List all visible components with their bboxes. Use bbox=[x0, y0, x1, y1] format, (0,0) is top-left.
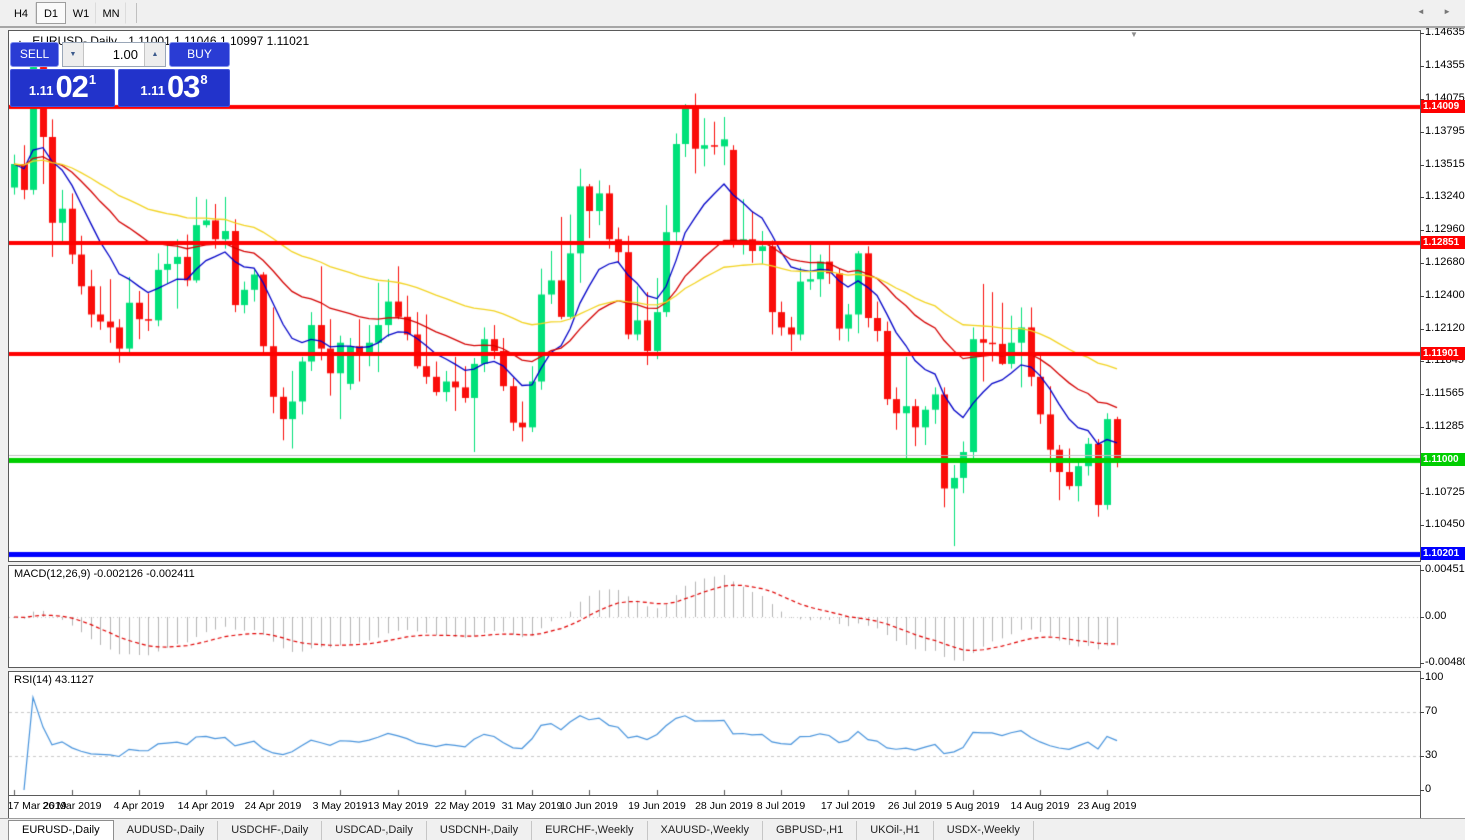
price-axis-label: 1.13240 bbox=[1420, 190, 1465, 202]
buy-price-box[interactable]: 1.11 03 8 bbox=[118, 69, 230, 107]
price-chart-panel bbox=[8, 30, 1421, 562]
chart-shift-marker-icon[interactable]: ▼ bbox=[1130, 30, 1138, 39]
price-axis-label: 1.13515 bbox=[1420, 158, 1465, 170]
volume-stepper: ▼ 1.00 ▲ bbox=[62, 42, 166, 67]
buy-button[interactable]: BUY bbox=[169, 42, 230, 67]
tab-scroll-controls: ◄ ► bbox=[1401, 7, 1451, 16]
price-axis-label: 1.14355 bbox=[1420, 59, 1465, 71]
timeframe-button-h4[interactable]: H4 bbox=[6, 2, 36, 24]
volume-decrease-icon[interactable]: ▼ bbox=[63, 43, 84, 66]
rsi-canvas[interactable] bbox=[9, 672, 1420, 795]
price-axis-label: 1.12960 bbox=[1420, 223, 1465, 235]
chart-tab-audusd-daily[interactable]: AUDUSD-,Daily bbox=[114, 821, 219, 840]
chart-tab-xauusd-weekly[interactable]: XAUUSD-,Weekly bbox=[648, 821, 763, 840]
macd-canvas[interactable] bbox=[9, 566, 1420, 667]
timeframe-button-w1[interactable]: W1 bbox=[66, 2, 96, 24]
tab-scroll-right-icon[interactable]: ► bbox=[1443, 7, 1451, 16]
tab-scroll-left-icon[interactable]: ◄ bbox=[1417, 7, 1425, 16]
price-axis-label: 1.11565 bbox=[1420, 387, 1464, 399]
price-axis-label: 1.10725 bbox=[1420, 486, 1465, 498]
trade-prices-row: 1.11 02 1 1.11 03 8 bbox=[10, 69, 230, 107]
macd-axis-label: 0.00 bbox=[1419, 610, 1447, 622]
buy-price-sup: 8 bbox=[200, 72, 208, 87]
chart-tab-usdcnh-daily[interactable]: USDCNH-,Daily bbox=[427, 821, 533, 840]
macd-indicator-label: MACD(12,26,9) -0.002126 -0.002411 bbox=[14, 568, 195, 580]
price-chart-canvas[interactable] bbox=[9, 31, 1420, 561]
price-axis-label: 1.12400 bbox=[1420, 289, 1465, 301]
rsi-axis-label: 0 bbox=[1419, 783, 1432, 795]
price-axis[interactable]: 1.14635 1.14355 1.14075 1.13795 1.13515 1.132… bbox=[1419, 26, 1465, 818]
buy-price-big: 03 bbox=[166, 69, 200, 104]
rsi-axis-label: 100 bbox=[1419, 671, 1444, 683]
macd-axis-label: -0.004806 bbox=[1420, 656, 1465, 668]
price-axis-badge: 1.11000 bbox=[1421, 453, 1465, 466]
buy-price-small: 1.11 bbox=[140, 83, 165, 98]
sell-price-sup: 1 bbox=[88, 72, 97, 87]
chart-tab-eurchf-weekly[interactable]: EURCHF-,Weekly bbox=[532, 821, 648, 840]
volume-increase-icon[interactable]: ▲ bbox=[144, 43, 165, 66]
chart-tab-bar: EURUSD-,Daily AUDUSD-,Daily USDCHF-,Daily U… bbox=[0, 818, 1465, 840]
timeframe-button-d1[interactable]: D1 bbox=[36, 2, 66, 24]
timeframe-button-mn[interactable]: MN bbox=[96, 2, 126, 24]
sell-price-big: 02 bbox=[55, 69, 88, 104]
timeframe-toolbar: H4 D1 W1 MN bbox=[0, 0, 1465, 28]
chart-tab-usdchf-daily[interactable]: USDCHF-,Daily bbox=[218, 821, 323, 840]
price-axis-label: 1.11285 bbox=[1420, 420, 1464, 432]
time-axis-label: 23 Aug 2019 bbox=[1077, 800, 1137, 812]
price-axis-label: 1.12680 bbox=[1420, 256, 1465, 268]
price-axis-badge: 1.11901 bbox=[1421, 347, 1465, 360]
price-axis-badge: 1.14009 bbox=[1421, 100, 1465, 113]
macd-axis-label: 0.004517 bbox=[1420, 563, 1465, 575]
trade-controls-row: SELL ▼ 1.00 ▲ BUY bbox=[10, 42, 230, 67]
chart-tab-ukoil-h1[interactable]: UKOil-,H1 bbox=[857, 821, 934, 840]
rsi-axis-label: 70 bbox=[1419, 705, 1438, 717]
rsi-indicator-label: RSI(14) 43.1127 bbox=[14, 674, 94, 686]
one-click-trade-panel: SELL ▼ 1.00 ▲ BUY 1.11 02 1 1.11 03 8 bbox=[10, 42, 230, 107]
sell-price-box[interactable]: 1.11 02 1 bbox=[10, 69, 115, 107]
sell-button[interactable]: SELL bbox=[10, 42, 59, 67]
price-axis-label: 1.10450 bbox=[1420, 518, 1465, 530]
price-axis-label: 1.13795 bbox=[1420, 125, 1465, 137]
toolbar-divider bbox=[136, 3, 137, 23]
macd-panel bbox=[8, 565, 1421, 668]
chart-tab-usdcad-daily[interactable]: USDCAD-,Daily bbox=[322, 821, 427, 840]
sell-price-small: 1.11 bbox=[28, 83, 54, 98]
chart-tab-usdx-weekly[interactable]: USDX-,Weekly bbox=[934, 821, 1034, 840]
chart-tab-eurusd-daily[interactable]: EURUSD-,Daily bbox=[8, 820, 114, 840]
time-axis[interactable]: 17 Mar 2019 26 Mar 2019 4 Apr 2019 14 Apr 2… bbox=[8, 796, 1421, 818]
volume-input[interactable]: 1.00 bbox=[84, 43, 144, 66]
timeframe-button-group: H4 D1 W1 MN bbox=[6, 2, 126, 24]
rsi-panel bbox=[8, 671, 1421, 796]
chart-tab-gbpusd-h1[interactable]: GBPUSD-,H1 bbox=[763, 821, 858, 840]
rsi-axis-label: 30 bbox=[1419, 749, 1438, 761]
price-axis-label: 1.12120 bbox=[1420, 322, 1465, 334]
price-axis-badge: 1.10201 bbox=[1421, 547, 1465, 560]
price-axis-badge: 1.12851 bbox=[1421, 236, 1465, 249]
